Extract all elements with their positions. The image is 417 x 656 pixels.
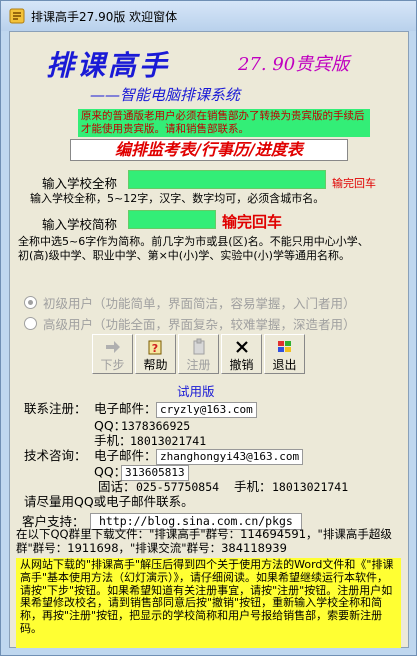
full-name-hint: 输完回车 — [332, 177, 376, 190]
arrow-right-icon — [104, 338, 122, 356]
undo-button[interactable]: 撤销 — [221, 334, 262, 374]
register-phone-label: 手机： — [94, 433, 132, 448]
help-button[interactable]: ? 帮助 — [135, 334, 176, 374]
mode-advanced-label: 高级用户（功能全面，界面复杂，较难掌握，深造者用） — [43, 317, 356, 332]
edition-label: 27. 90贵宾版 — [238, 54, 350, 75]
mode-beginner-label: 初级用户（功能简单，界面简洁，容易掌握，入门者用） — [43, 296, 356, 311]
close-icon — [234, 338, 250, 356]
tech-mobile-value: 18013021741 — [272, 480, 349, 494]
short-name-hint: 输完回车 — [222, 213, 283, 231]
short-name-label: 输入学校简称 — [42, 217, 118, 232]
contact-advice: 请尽量用QQ或电子邮件联系。 — [24, 494, 194, 509]
subtitle: ——智能电脑排课系统 — [90, 86, 241, 104]
trial-label: 试用版 — [177, 384, 215, 399]
help-button-label: 帮助 — [143, 358, 168, 372]
clipboard-icon — [190, 338, 208, 356]
feature-banner: 编排监考表/行事历/进度表 — [70, 139, 348, 161]
register-contact-label: 联系注册： — [24, 401, 87, 416]
next-button[interactable]: 下步 — [92, 334, 133, 374]
tech-contact-label: 技术咨询： — [24, 448, 87, 463]
tech-mobile-label: 手机： — [234, 479, 272, 494]
register-button[interactable]: 注册 — [178, 334, 219, 374]
register-phone-value: 18013021741 — [130, 434, 207, 448]
undo-button-label: 撤销 — [229, 358, 254, 372]
mode-advanced-radio[interactable] — [24, 317, 37, 330]
welcome-panel: 排课高手 27. 90贵宾版 ——智能电脑排课系统 原来的普通版老用户必须在销售… — [9, 31, 409, 648]
toolbar: 下步 ? 帮助 注册 撤销 退出 — [92, 334, 307, 374]
register-email-label: 电子邮件： — [94, 401, 157, 416]
exit-button[interactable]: 退出 — [264, 334, 305, 374]
full-name-label: 输入学校全称 — [42, 176, 118, 191]
register-email-value: cryzly@163.com — [156, 402, 257, 418]
upgrade-notice: 原来的普通版老用户必须在销售部办了转换为贵宾版的手续后才能使用贵宾版。请和销售部… — [78, 109, 370, 137]
tech-email-value: zhanghongyi43@163.com — [156, 449, 304, 465]
exit-button-label: 退出 — [272, 358, 297, 372]
mode-beginner[interactable]: 初级用户（功能简单，界面简洁，容易掌握，入门者用） — [24, 293, 356, 312]
app-icon — [9, 8, 25, 24]
short-name-desc-1: 全称中选5~6字作为简称。前几字为市或县(区)名。不能只用中心小学、 — [18, 235, 369, 248]
short-name-input[interactable] — [128, 210, 216, 229]
window-title: 排课高手27.90版 欢迎窗体 — [31, 10, 178, 24]
tech-email-field[interactable]: zhanghongyi43@163.com — [156, 449, 304, 465]
mode-advanced[interactable]: 高级用户（功能全面，界面复杂，较难掌握，深造者用） — [24, 314, 356, 333]
short-name-desc-2: 初(高)级中学、职业中学、第×中(小)学、实验中(小)学等通用名称。 — [18, 249, 350, 262]
register-button-label: 注册 — [186, 358, 211, 372]
windows-flag-icon — [276, 338, 294, 356]
svg-text:?: ? — [151, 342, 157, 355]
help-icon: ? — [147, 338, 165, 356]
mode-beginner-radio[interactable] — [24, 296, 37, 309]
tech-email-label: 电子邮件： — [94, 448, 157, 463]
full-name-desc: 输入学校全称，5~12字，汉字、数字均可，必须含城市名。 — [30, 192, 325, 205]
qq-groups-info: 在以下QQ群里下载文件："排课高手"群号：114694591，"排课高手超级群"… — [16, 527, 392, 555]
next-button-label: 下步 — [100, 358, 125, 372]
register-email-field[interactable]: cryzly@163.com — [156, 402, 257, 418]
brand-title: 排课高手 — [46, 49, 171, 82]
register-qq-value: 1378366925 — [121, 419, 191, 433]
full-name-input[interactable] — [128, 170, 326, 189]
app-window: 排课高手27.90版 欢迎窗体 排课高手 27. 90贵宾版 ——智能电脑排课系… — [0, 0, 417, 656]
instructions-notice: 从网站下载的"排课高手"解压后得到四个关于使用方法的Word文件和《"排课高手"… — [16, 558, 401, 648]
tech-tel-label: 固话： — [98, 479, 136, 494]
title-bar[interactable]: 排课高手27.90版 欢迎窗体 — [1, 1, 416, 31]
tech-tel-value: 025-57750854 — [136, 480, 220, 494]
